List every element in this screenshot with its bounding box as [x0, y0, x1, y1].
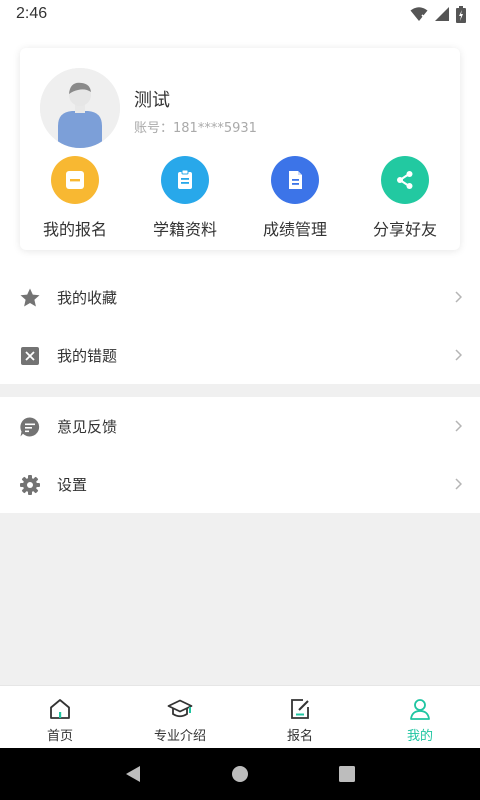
menu-item-settings[interactable]: 设置 [0, 455, 480, 513]
nav-item-registration[interactable]: 报名 [240, 686, 360, 748]
menu-group-personal: 我的收藏 我的错题 [0, 268, 480, 384]
share-icon [381, 156, 429, 204]
home-icon [47, 696, 73, 722]
minus-icon [51, 156, 99, 204]
user-name: 测试 [134, 90, 170, 111]
qa-label: 分享好友 [372, 220, 437, 239]
default-avatar-icon [40, 68, 120, 148]
menu-item-wrong-questions[interactable]: 我的错题 [0, 326, 480, 384]
nav-item-majors[interactable]: 专业介绍 [120, 686, 240, 748]
star-icon [19, 287, 41, 309]
home-circle-icon[interactable] [231, 765, 249, 783]
my-registration-button[interactable]: 我的报名 [20, 156, 130, 246]
menu-label: 我的错题 [57, 346, 118, 365]
chevron-right-icon [455, 291, 462, 303]
profile-card: 测试 账号：181****5931 我的报名 学籍资料 成绩管理 分享好友 [20, 48, 460, 250]
clipboard-icon [161, 156, 209, 204]
chat-icon [19, 416, 41, 438]
nav-item-home[interactable]: 首页 [0, 686, 120, 748]
back-icon[interactable] [124, 765, 142, 783]
qa-label: 成绩管理 [262, 220, 327, 239]
battery-icon [456, 5, 466, 23]
menu-group-system: 意见反馈 设置 [0, 397, 480, 513]
avatar[interactable] [40, 68, 120, 148]
status-time: 2:46 [16, 5, 48, 22]
qa-label: 我的报名 [42, 220, 107, 239]
nav-label: 专业介绍 [153, 729, 206, 744]
chevron-right-icon [455, 420, 462, 432]
qa-label: 学籍资料 [152, 220, 217, 239]
gear-icon [19, 474, 41, 496]
student-records-button[interactable]: 学籍资料 [130, 156, 240, 246]
nav-label: 报名 [286, 729, 313, 744]
person-icon [407, 696, 433, 722]
document-icon [271, 156, 319, 204]
menu-item-feedback[interactable]: 意见反馈 [0, 397, 480, 455]
chevron-right-icon [455, 349, 462, 361]
graduation-cap-icon [167, 696, 193, 722]
nav-label: 首页 [46, 729, 73, 744]
signal-icon [435, 7, 449, 21]
nav-item-mine[interactable]: 我的 [360, 686, 480, 748]
system-nav-bar [0, 748, 480, 800]
wifi-icon [410, 7, 428, 21]
status-icons [410, 5, 466, 23]
bottom-nav: 首页 专业介绍 报名 我的 [0, 685, 480, 748]
chevron-right-icon [455, 478, 462, 490]
recents-icon[interactable] [338, 765, 356, 783]
status-bar: 2:46 [0, 0, 480, 28]
share-friends-button[interactable]: 分享好友 [350, 156, 460, 246]
menu-item-favorites[interactable]: 我的收藏 [0, 268, 480, 326]
grade-management-button[interactable]: 成绩管理 [240, 156, 350, 246]
menu-label: 设置 [57, 475, 88, 494]
quick-actions: 我的报名 学籍资料 成绩管理 分享好友 [20, 156, 460, 246]
menu-label: 我的收藏 [57, 288, 118, 307]
user-account: 账号：181****5931 [134, 121, 257, 136]
menu-label: 意见反馈 [57, 417, 118, 436]
x-box-icon [19, 345, 41, 367]
nav-label: 我的 [406, 729, 433, 744]
edit-icon [287, 696, 313, 722]
